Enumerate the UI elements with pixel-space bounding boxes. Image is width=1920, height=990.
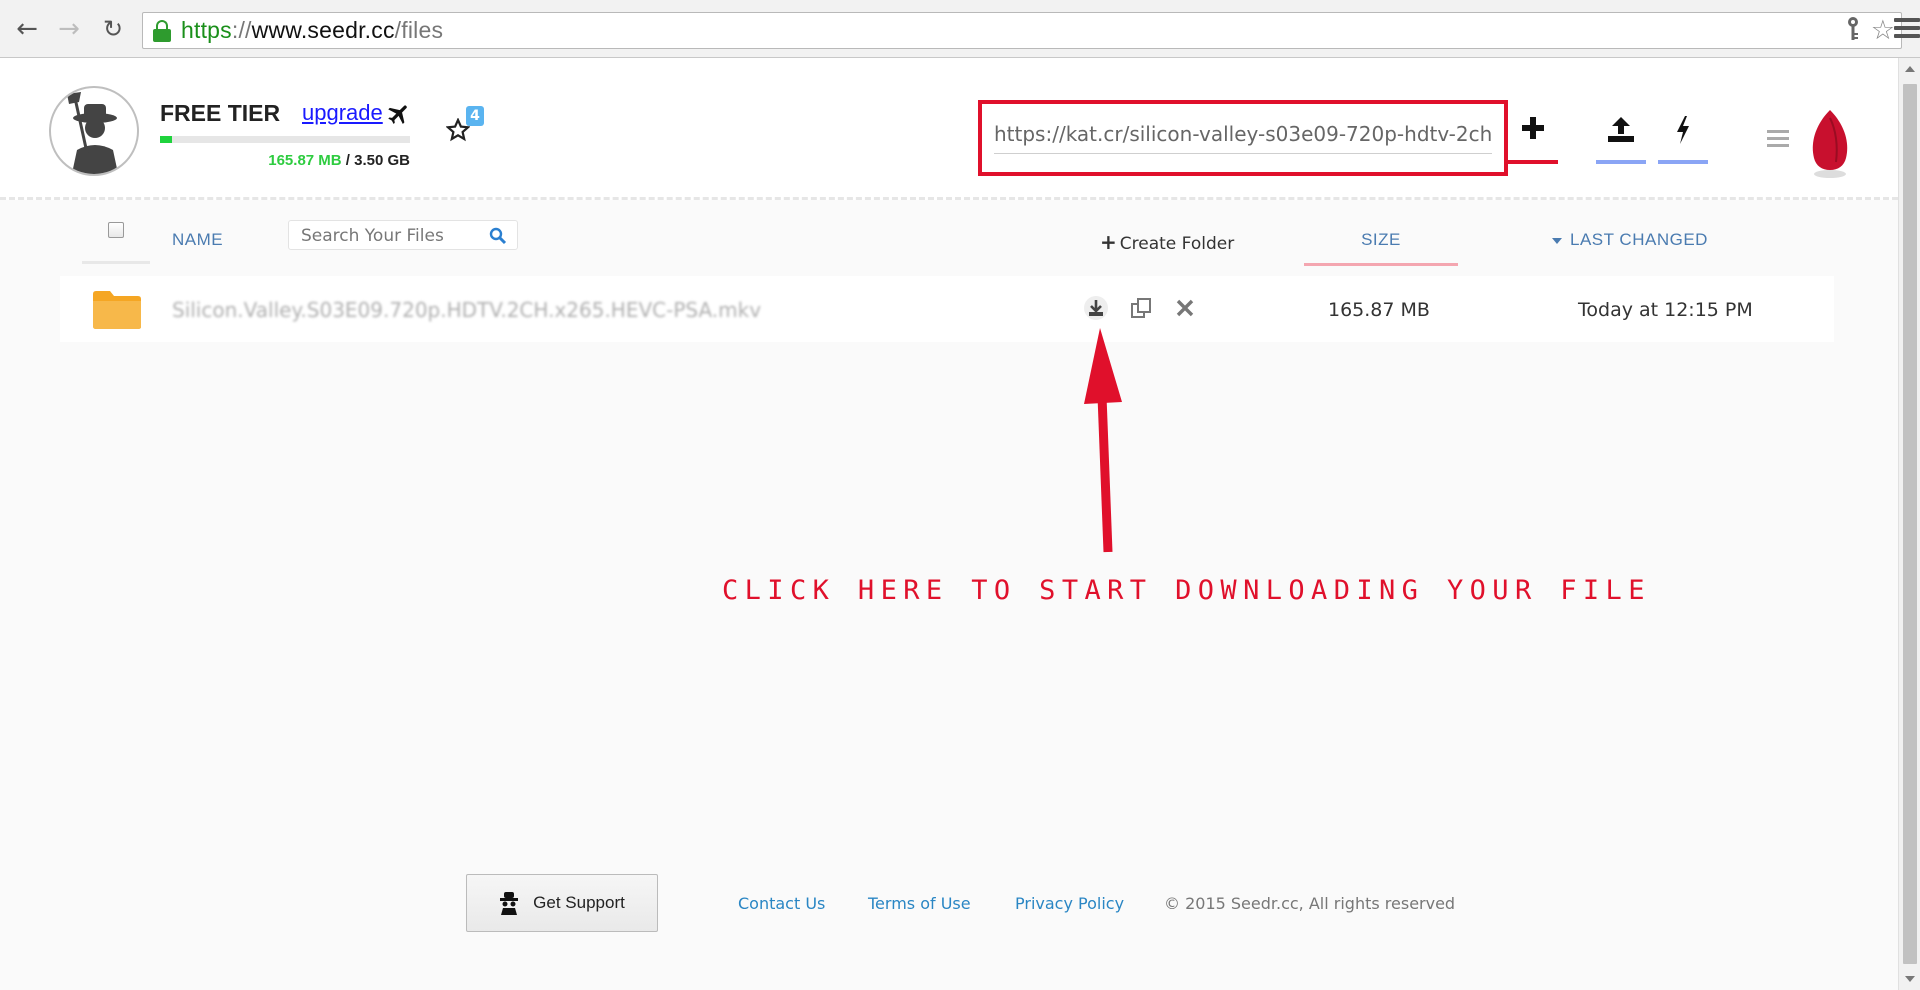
browser-menu-icon[interactable]: [1894, 18, 1920, 40]
get-support-button[interactable]: Get Support: [466, 874, 658, 932]
terms-of-use-link[interactable]: Terms of Use: [868, 894, 971, 913]
download-icon[interactable]: [1084, 296, 1108, 320]
col-header-last-changed[interactable]: LAST CHANGED: [1552, 230, 1708, 250]
col-header-name[interactable]: NAME: [172, 230, 223, 250]
spy-icon: [500, 892, 519, 915]
annotation-arrow: [1084, 328, 1122, 553]
reload-icon[interactable]: ↻: [98, 14, 128, 44]
delete-icon[interactable]: [1173, 296, 1197, 320]
lightning-button[interactable]: [1658, 116, 1708, 164]
hamburger-menu-icon[interactable]: [1767, 130, 1789, 150]
key-icon[interactable]: [1845, 16, 1861, 49]
sort-caret-icon: [1552, 237, 1562, 244]
file-size: 165.87 MB: [1328, 299, 1430, 321]
page-scrollbar[interactable]: [1898, 58, 1920, 990]
lightning-icon: [1677, 116, 1689, 144]
scroll-thumb: [1903, 84, 1917, 964]
storage-usage-text: 165.87 MB / 3.50 GB: [268, 152, 410, 169]
copyright: © 2015 Seedr.cc, All rights reserved: [1164, 894, 1456, 913]
badge-count: 4: [466, 106, 484, 126]
tier-title: FREE TIER: [160, 100, 281, 126]
file-date: Today at 12:15 PM: [1578, 299, 1753, 321]
storage-usage-bar: [160, 136, 410, 143]
magnet-input-highlight: [978, 100, 1508, 176]
lock-icon: [153, 19, 171, 42]
magnet-url-input[interactable]: [994, 114, 1492, 154]
add-torrent-button[interactable]: [1508, 116, 1558, 164]
seedr-logo[interactable]: [1808, 108, 1852, 180]
contact-us-link[interactable]: Contact Us: [738, 894, 825, 913]
address-url: https://www.seedr.cc/files: [181, 17, 444, 43]
plus-icon: +: [1100, 230, 1117, 254]
search-icon: [489, 227, 507, 245]
select-all-checkbox[interactable]: [108, 222, 124, 238]
scroll-up-icon: [1905, 66, 1915, 72]
upload-button[interactable]: [1596, 116, 1646, 164]
copy-icon[interactable]: [1129, 296, 1153, 320]
search-input[interactable]: [301, 224, 481, 248]
airplane-icon: [386, 101, 412, 127]
bookmark-star-icon[interactable]: ☆: [1871, 16, 1895, 49]
back-arrow-icon[interactable]: ←: [12, 14, 42, 44]
table-row[interactable]: Silicon.Valley.S03E09.720p.HDTV.2CH.x265…: [60, 276, 1834, 342]
plus-icon: [1522, 117, 1544, 139]
browser-toolbar: ← → ↻ https://www.seedr.cc/files ☆: [0, 0, 1920, 58]
upgrade-link[interactable]: upgrade: [302, 100, 383, 126]
page: FREE TIER upgrade 4 165.87 MB / 3.50 GB: [0, 58, 1898, 990]
scroll-down-icon: [1905, 976, 1915, 982]
avatar[interactable]: [49, 86, 139, 176]
address-bar[interactable]: https://www.seedr.cc/files ☆: [142, 12, 1902, 49]
upload-icon: [1608, 117, 1634, 142]
file-name[interactable]: Silicon.Valley.S03E09.720p.HDTV.2CH.x265…: [172, 298, 761, 322]
annotation-text: CLICK HERE TO START DOWNLOADING YOUR FIL…: [722, 575, 1651, 606]
create-folder-button[interactable]: + Create Folder: [1100, 230, 1234, 254]
col-header-size[interactable]: SIZE: [1304, 206, 1458, 266]
file-search: [288, 220, 518, 250]
forward-arrow-icon[interactable]: →: [54, 14, 84, 44]
privacy-policy-link[interactable]: Privacy Policy: [1015, 894, 1124, 913]
star-points-badge[interactable]: 4: [446, 106, 490, 146]
file-table-header: NAME +Create Folder SIZE LAST CHANGED: [82, 206, 1834, 266]
folder-icon: [92, 290, 142, 330]
site-header: FREE TIER upgrade 4 165.87 MB / 3.50 GB: [0, 58, 1898, 200]
